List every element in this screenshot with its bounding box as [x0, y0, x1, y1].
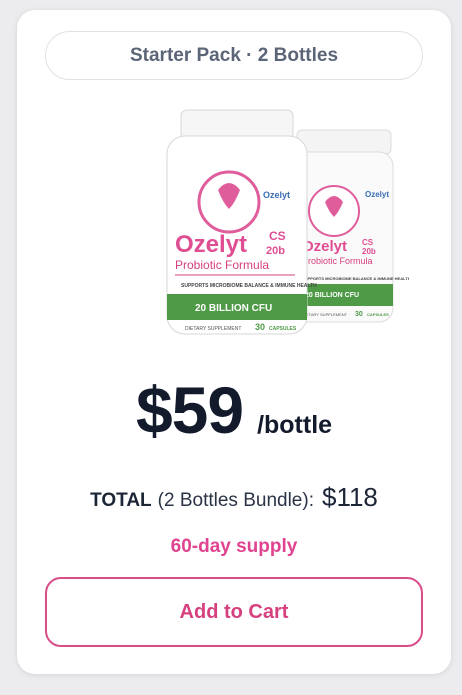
back-claim: SUPPORTS MICROBIOME BALANCE & IMMUNE HEA… — [302, 276, 409, 281]
bottle-back: Ozelyt Ozelyt CS 20b Probiotic Formula S… — [294, 129, 409, 323]
back-count-unit: CAPSULES — [367, 312, 389, 317]
front-variant: CS — [269, 229, 286, 243]
front-brand: Ozelyt — [175, 231, 247, 258]
back-subtitle: Probiotic Formula — [302, 256, 373, 266]
add-to-cart-label: Add to Cart — [179, 600, 289, 623]
unit-price: $59 — [135, 373, 244, 447]
total-row: TOTAL (2 Bottles Bundle): $118 — [17, 482, 451, 513]
pack-selector[interactable]: Starter Pack · 2 Bottles — [45, 31, 423, 80]
supply-duration: 60-day supply — [170, 536, 298, 557]
back-variant-sub: 20b — [362, 247, 376, 256]
price-row: $59 /bottle — [17, 372, 451, 448]
back-brand-mini: Ozelyt — [365, 190, 389, 199]
total-value: $118 — [321, 482, 378, 512]
total-label: TOTAL — [90, 490, 152, 511]
back-footer: DIETARY SUPPLEMENT — [302, 312, 348, 317]
front-variant-sub: 20b — [266, 245, 285, 257]
back-brand: Ozelyt — [302, 238, 347, 255]
pack-label: Starter Pack · 2 Bottles — [129, 44, 339, 66]
product-image: Ozelyt Ozelyt CS 20b Probiotic Formula S… — [166, 109, 409, 335]
bottle-front: Ozelyt Ozelyt CS 20b Probiotic Formula S… — [166, 109, 317, 335]
back-strength: 20 BILLION CFU — [305, 292, 359, 299]
product-card: Starter Pack · 2 Bottles Ozelyt Ozelyt C… — [17, 10, 451, 674]
price-unit: /bottle — [257, 411, 333, 439]
total-bundle: (2 Bottles Bundle): — [157, 490, 314, 511]
front-subtitle: Probiotic Formula — [175, 258, 269, 272]
front-count: 30 — [255, 322, 265, 332]
back-variant: CS — [362, 238, 374, 247]
front-claim: SUPPORTS MICROBIOME BALANCE & IMMUNE HEA… — [181, 283, 317, 289]
back-count: 30 — [355, 311, 363, 318]
front-brand-mini: Ozelyt — [263, 190, 290, 200]
front-strength: 20 BILLION CFU — [195, 303, 272, 314]
front-footer: DIETARY SUPPLEMENT — [185, 326, 241, 332]
front-count-unit: CAPSULES — [269, 326, 297, 332]
add-to-cart-button[interactable]: Add to Cart — [45, 577, 423, 647]
